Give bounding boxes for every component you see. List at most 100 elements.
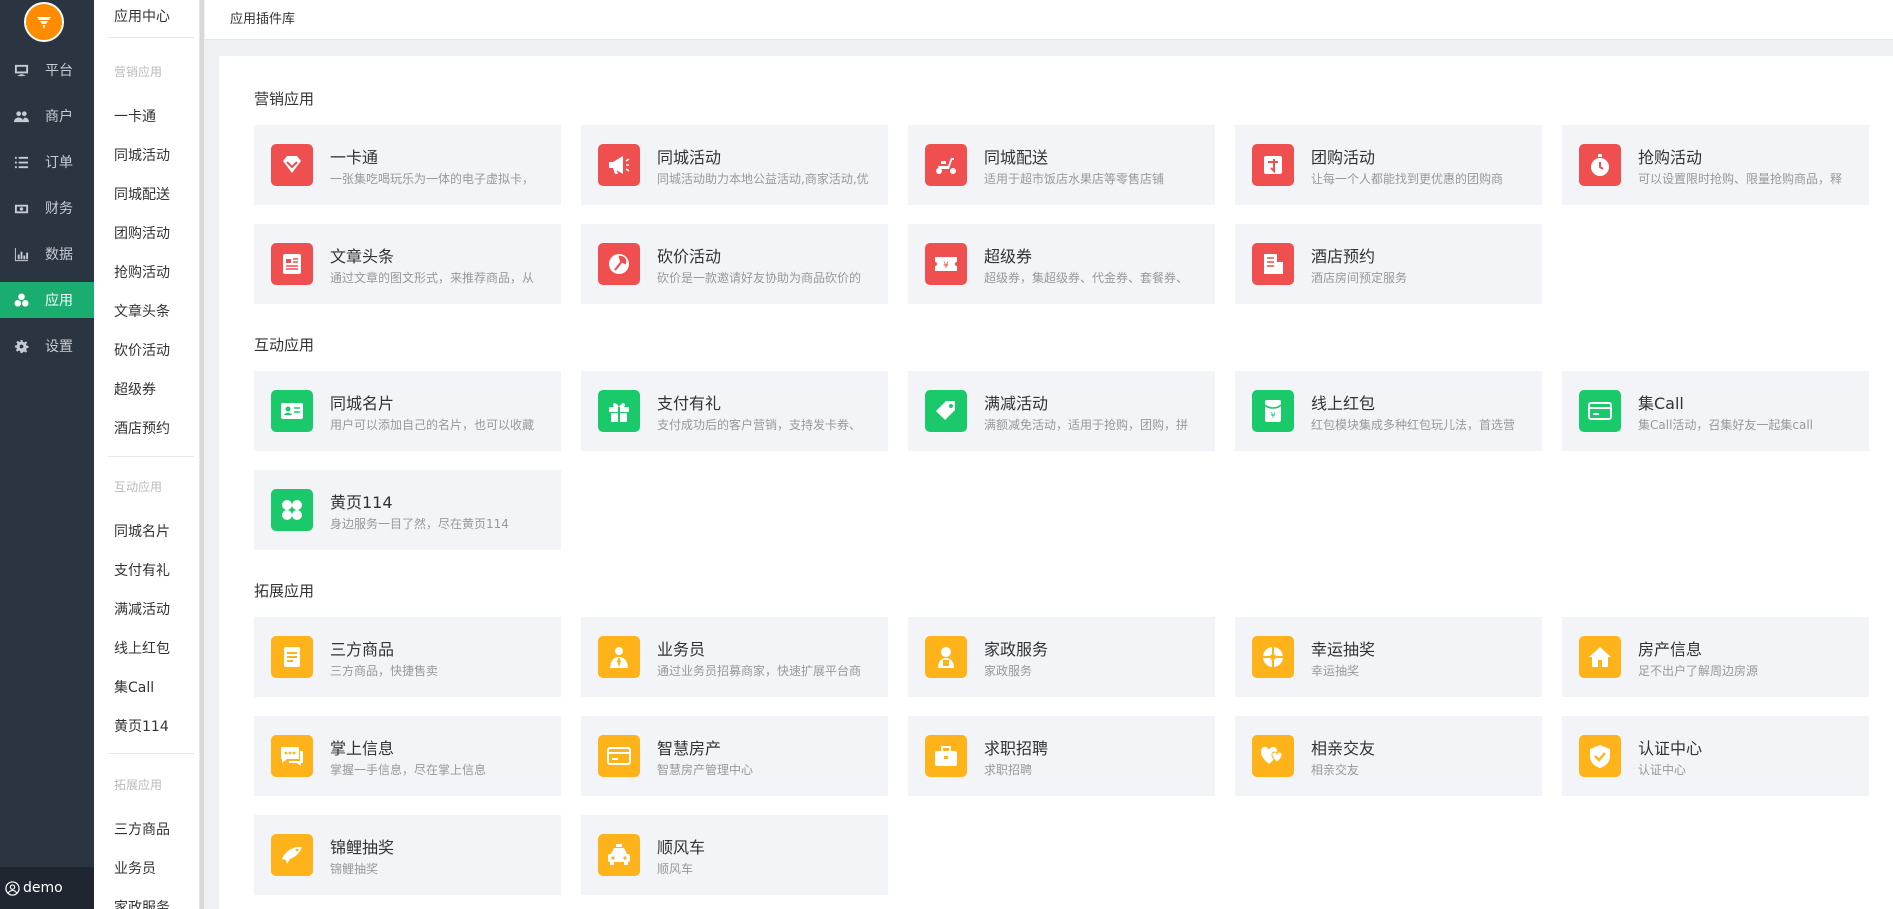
subnav-group-label: 拓展应用: [114, 778, 163, 792]
app-card-title: 酒店预约: [1311, 247, 1376, 266]
app-card[interactable]: 砍价活动 砍价是一款邀请好友协助为商品砍价的: [581, 224, 888, 304]
app-card-title: 相亲交友: [1311, 739, 1376, 758]
lucky-wheel-icon: [1252, 636, 1294, 678]
subnav-item[interactable]: 家政服务: [114, 897, 170, 909]
app-card-title: 智慧房产: [657, 739, 722, 758]
app-card-description: 三方商品，快捷售卖: [330, 664, 439, 678]
sub-nav: 应用中心 营销应用 一卡通 同城活动 同城配送 团购活动 抢购活动 文章头条 砍…: [94, 0, 200, 909]
rail-item-label: 平台: [45, 63, 73, 79]
subnav-scrollbar[interactable]: [200, 0, 204, 909]
apps-icon: [13, 292, 29, 308]
rail-item-label: 商户: [45, 109, 73, 125]
app-card[interactable]: 家政服务 家政服务: [908, 617, 1215, 697]
subnav-item[interactable]: 团购活动: [114, 223, 170, 243]
app-card-title: 同城活动: [657, 148, 722, 167]
rail-item-apps[interactable]: 应用: [0, 282, 94, 318]
app-card[interactable]: 黄页114 身边服务一目了然，尽在黄页114: [254, 470, 561, 550]
subnav-item[interactable]: 支付有礼: [114, 560, 170, 580]
app-card-description: 身边服务一目了然，尽在黄页114: [330, 517, 509, 531]
subnav-item[interactable]: 黄页114: [114, 716, 169, 736]
app-card-title: 砍价活动: [657, 247, 722, 266]
app-card[interactable]: 业务员 通过业务员招募商家，快速扩展平台商: [581, 617, 888, 697]
rail-item-merchant[interactable]: 商户: [0, 98, 94, 134]
user-menu[interactable]: demo: [0, 867, 94, 909]
app-card[interactable]: 集Call 集Call活动，召集好友一起集call: [1562, 371, 1869, 451]
app-card[interactable]: ¥ 超级券 超级券，集超级券、代金券、套餐券、: [908, 224, 1215, 304]
red-packet-icon: ¥: [1252, 390, 1294, 432]
rail-item-label: 订单: [45, 155, 73, 171]
app-card[interactable]: 求职招聘 求职招聘: [908, 716, 1215, 796]
app-card[interactable]: 团购活动让每一个人都能找到更优惠的团购商: [1235, 125, 1542, 205]
app-card[interactable]: 三方商品 三方商品，快捷售卖: [254, 617, 561, 697]
rail-item-finance[interactable]: 财务: [0, 190, 94, 226]
app-card[interactable]: 同城名片 用户可以添加自己的名片，也可以收藏: [254, 371, 561, 451]
breadcrumb: 应用插件库: [230, 12, 296, 27]
app-card-description: 家政服务: [984, 664, 1033, 678]
app-card-description: 满额减免活动，适用于抢购，团购，拼: [984, 418, 1189, 432]
app-card[interactable]: 支付有礼 支付成功后的客户营销，支持发卡券、: [581, 371, 888, 451]
app-card[interactable]: 文章头条 通过文章的图文形式，来推荐商品，从: [254, 224, 561, 304]
subnav-item[interactable]: 同城配送: [114, 184, 170, 204]
app-card-title: 锦鲤抽奖: [330, 838, 395, 857]
app-card[interactable]: 抢购活动 可以设置限时抢购、限量抢购商品，释: [1562, 125, 1869, 205]
app-card-description: 锦鲤抽奖: [330, 862, 379, 876]
subnav-item[interactable]: 抢购活动: [114, 262, 170, 282]
app-card[interactable]: 酒店预约 酒店房间预定服务: [1235, 224, 1542, 304]
app-card-title: 团购活动: [1311, 148, 1376, 167]
subnav-item[interactable]: 文章头条: [114, 301, 170, 321]
app-card[interactable]: 掌上信息 掌握一手信息，尽在掌上信息: [254, 716, 561, 796]
app-card[interactable]: 智慧房产智慧房产管理中心: [581, 716, 888, 796]
app-card[interactable]: 满减活动满额减免活动，适用于抢购，团购，拼: [908, 371, 1215, 451]
rail-item-orders[interactable]: 订单: [0, 144, 94, 180]
user-name: demo: [23, 880, 63, 896]
app-card[interactable]: 同城配送适用于超市饭店水果店等零售店铺: [908, 125, 1215, 205]
app-card[interactable]: 同城活动 同城活动助力本地公益活动,商家活动,优: [581, 125, 888, 205]
divider: [108, 753, 194, 754]
rail-item-settings[interactable]: 设置: [0, 328, 94, 364]
app-card-description: 集Call活动，召集好友一起集call: [1638, 418, 1814, 432]
user-icon: [5, 880, 20, 896]
app-card-description: 支付成功后的客户营销，支持发卡券、: [657, 418, 862, 432]
salesman-icon: [598, 636, 640, 678]
app-card-description: 让每一个人都能找到更优惠的团购商: [1311, 172, 1504, 186]
app-card-title: 业务员: [657, 640, 706, 659]
rail-item-platform[interactable]: 平台: [0, 52, 94, 88]
subnav-item[interactable]: 同城名片: [114, 521, 170, 541]
subnav-group-label: 营销应用: [114, 65, 163, 79]
app-card[interactable]: 相亲交友 相亲交友: [1235, 716, 1542, 796]
logo[interactable]: [24, 2, 64, 42]
app-card-description: 适用于超市饭店水果店等零售店铺: [984, 172, 1165, 186]
app-card[interactable]: 一卡通 一张集吃喝玩乐为一体的电子虚拟卡，: [254, 125, 561, 205]
app-card[interactable]: 房产信息 足不出户了解周边房源: [1562, 617, 1869, 697]
app-card[interactable]: 锦鲤抽奖 锦鲤抽奖: [254, 815, 561, 895]
subnav-item[interactable]: 酒店预约: [114, 418, 170, 438]
taxi-icon: [598, 834, 640, 876]
app-card[interactable]: 幸运抽奖 幸运抽奖: [1235, 617, 1542, 697]
section-title: 互动应用: [254, 336, 315, 354]
group-buy-icon: [1252, 144, 1294, 186]
subnav-title[interactable]: 应用中心: [114, 6, 170, 26]
app-card-description: 可以设置限时抢购、限量抢购商品，释: [1638, 172, 1843, 186]
app-card-title: 同城配送: [984, 148, 1049, 167]
app-card-title: 满减活动: [984, 394, 1049, 413]
subnav-item[interactable]: 三方商品: [114, 819, 170, 839]
subnav-item[interactable]: 超级券: [114, 379, 156, 399]
rail-item-data[interactable]: 数据: [0, 236, 94, 272]
subnav-item[interactable]: 一卡通: [114, 106, 156, 126]
subnav-item[interactable]: 同城活动: [114, 145, 170, 165]
app-card-title: 掌上信息: [330, 739, 395, 758]
tag-icon: [925, 390, 967, 432]
stopwatch-icon: [1579, 144, 1621, 186]
subnav-group-label: 互动应用: [114, 480, 163, 494]
app-card[interactable]: 认证中心 认证中心: [1562, 716, 1869, 796]
subnav-item[interactable]: 满减活动: [114, 599, 170, 619]
chat-icon: [271, 735, 313, 777]
app-card[interactable]: ¥ 线上红包 红包模块集成多种红包玩儿法，首选营: [1235, 371, 1542, 451]
subnav-item[interactable]: 线上红包: [114, 638, 170, 658]
subnav-item[interactable]: 业务员: [114, 858, 156, 878]
rail-item-label: 数据: [45, 247, 73, 263]
app-card[interactable]: 顺风车 顺风车: [581, 815, 888, 895]
subnav-item[interactable]: 砍价活动: [114, 340, 170, 360]
app-card-description: 智慧房产管理中心: [657, 763, 754, 777]
subnav-item[interactable]: 集Call: [114, 677, 154, 697]
